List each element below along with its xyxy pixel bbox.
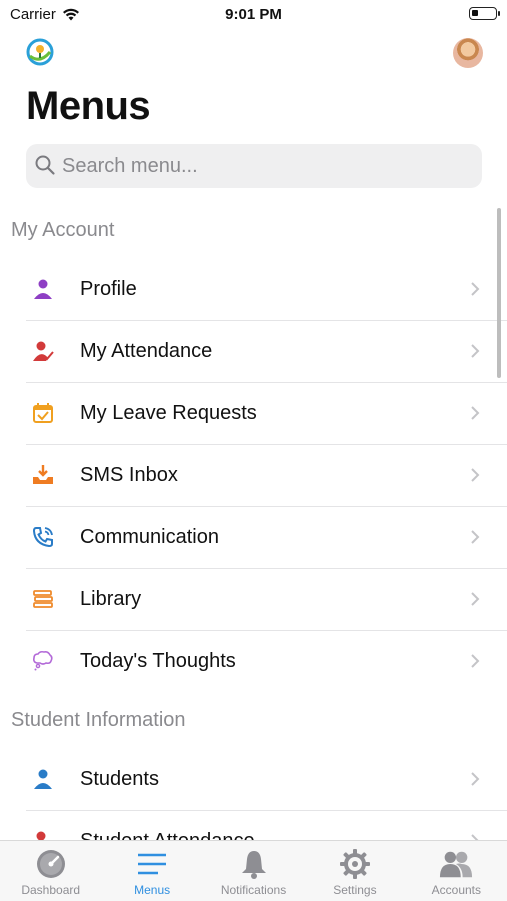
profile-icon bbox=[32, 278, 54, 300]
tab-label: Notifications bbox=[220, 883, 287, 897]
menu-item-my-attendance[interactable]: My Attendance bbox=[26, 320, 507, 382]
tab-settings[interactable]: Settings bbox=[304, 841, 405, 901]
thought-bubble-icon bbox=[32, 650, 54, 672]
status-bar: Carrier 9:01 PM bbox=[0, 0, 507, 30]
books-icon bbox=[32, 588, 54, 610]
menu-item-sms-inbox[interactable]: SMS Inbox bbox=[26, 444, 507, 506]
menu-lines-icon bbox=[135, 847, 169, 881]
menu-item-label: My Leave Requests bbox=[80, 401, 257, 424]
app-logo bbox=[26, 38, 54, 66]
user-avatar[interactable] bbox=[453, 38, 483, 68]
section-header-student-information: Student Information bbox=[11, 708, 186, 731]
menu-item-communication[interactable]: Communication bbox=[26, 506, 507, 568]
menu-item-label: Student Attendance bbox=[80, 830, 469, 841]
tab-label: Accounts bbox=[431, 883, 481, 897]
menu-item-label: Profile bbox=[80, 277, 137, 300]
scroll-indicator[interactable] bbox=[497, 208, 501, 378]
tab-label: Dashboard bbox=[21, 883, 81, 897]
gear-icon bbox=[338, 847, 372, 881]
menu-item-student-attendance[interactable]: Student Attendance bbox=[26, 810, 507, 840]
chevron-right-icon bbox=[471, 592, 480, 606]
search-icon bbox=[35, 155, 55, 175]
calendar-check-icon bbox=[32, 402, 54, 424]
chevron-right-icon bbox=[471, 530, 480, 544]
chevron-right-icon bbox=[471, 282, 480, 296]
page-title: Menus bbox=[26, 84, 151, 128]
tab-bar: Dashboard Menus Notifications Settings A… bbox=[0, 840, 507, 901]
menu-item-label: Communication bbox=[80, 525, 219, 548]
battery-icon bbox=[469, 7, 500, 20]
bell-icon bbox=[237, 847, 271, 881]
tab-accounts[interactable]: Accounts bbox=[406, 841, 507, 901]
accounts-icon bbox=[439, 847, 473, 881]
menu-item-profile[interactable]: Profile bbox=[26, 258, 507, 320]
menu-item-label: SMS Inbox bbox=[80, 463, 178, 486]
menu-list[interactable]: My Account Profile My Attendance My Leav… bbox=[0, 202, 507, 840]
dashboard-gauge-icon bbox=[34, 847, 68, 881]
menu-item-todays-thoughts[interactable]: Today's Thoughts bbox=[26, 630, 507, 692]
inbox-icon bbox=[32, 464, 54, 486]
tab-label: Settings bbox=[333, 883, 377, 897]
menu-item-students[interactable]: Students bbox=[26, 748, 507, 810]
tab-notifications[interactable]: Notifications bbox=[203, 841, 304, 901]
tab-label: Menus bbox=[134, 883, 171, 897]
menu-item-label: Library bbox=[80, 587, 142, 610]
student-attendance-icon bbox=[32, 830, 54, 840]
chevron-right-icon bbox=[471, 834, 479, 840]
search-input[interactable] bbox=[62, 144, 462, 188]
search-bar[interactable] bbox=[26, 144, 482, 188]
menu-item-label: Students bbox=[80, 767, 159, 790]
student-icon bbox=[32, 768, 54, 790]
chevron-right-icon bbox=[471, 772, 480, 786]
chevron-right-icon bbox=[471, 468, 480, 482]
chevron-right-icon bbox=[471, 654, 480, 668]
menu-item-my-leave-requests[interactable]: My Leave Requests bbox=[26, 382, 507, 444]
chevron-right-icon bbox=[471, 344, 480, 358]
clock: 9:01 PM bbox=[225, 6, 282, 23]
menu-item-label: My Attendance bbox=[80, 339, 213, 362]
menu-item-library[interactable]: Library bbox=[26, 568, 507, 630]
section-header-my-account: My Account bbox=[11, 218, 115, 241]
attendance-icon bbox=[32, 340, 54, 362]
tab-menus[interactable]: Menus bbox=[101, 841, 202, 901]
tab-dashboard[interactable]: Dashboard bbox=[0, 841, 101, 901]
chevron-right-icon bbox=[471, 406, 480, 420]
battery-level bbox=[472, 10, 478, 16]
phone-icon bbox=[32, 526, 54, 548]
menu-item-label: Today's Thoughts bbox=[80, 649, 236, 672]
